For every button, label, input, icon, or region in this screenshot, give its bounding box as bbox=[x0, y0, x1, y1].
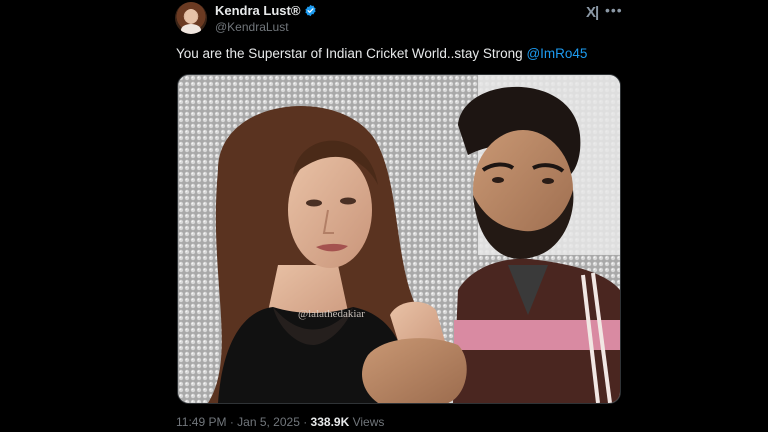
media-watermark: @lalathedakiar bbox=[298, 308, 365, 320]
verified-badge-icon bbox=[305, 4, 317, 17]
more-options-icon[interactable]: ••• bbox=[605, 2, 623, 18]
tweet-date[interactable]: Jan 5, 2025 bbox=[237, 415, 300, 429]
tweet-text: You are the Superstar of Indian Cricket … bbox=[176, 46, 587, 61]
media-photo: @lalathedakiar bbox=[178, 75, 620, 403]
author-handle[interactable]: @KendraLust bbox=[215, 20, 289, 34]
mention-link[interactable]: @ImRo45 bbox=[526, 46, 587, 61]
tweet-media-image[interactable]: @lalathedakiar bbox=[177, 74, 621, 404]
author-avatar[interactable] bbox=[175, 2, 207, 34]
tweet: Kendra Lust® @KendraLust X| ••• You are … bbox=[0, 0, 768, 432]
views-count: 338.9K bbox=[310, 415, 350, 429]
tweet-time[interactable]: 11:49 PM bbox=[176, 415, 226, 429]
tweet-meta: 11:49 PM · Jan 5, 2025 · 338.9K Views bbox=[176, 415, 384, 429]
man-hands bbox=[362, 338, 467, 403]
author-display-name[interactable]: Kendra Lust® bbox=[215, 3, 300, 18]
x-logo-icon[interactable]: X| bbox=[586, 4, 599, 21]
tweet-body-text: You are the Superstar of Indian Cricket … bbox=[176, 46, 527, 61]
author-name-row: Kendra Lust® bbox=[215, 3, 317, 18]
meta-separator-2: · bbox=[299, 415, 311, 429]
avatar-face bbox=[185, 9, 197, 24]
views-label: Views bbox=[349, 415, 385, 429]
avatar-body bbox=[181, 24, 201, 34]
meta-separator: · bbox=[226, 415, 238, 429]
jacket-pink-stripe bbox=[454, 320, 620, 350]
